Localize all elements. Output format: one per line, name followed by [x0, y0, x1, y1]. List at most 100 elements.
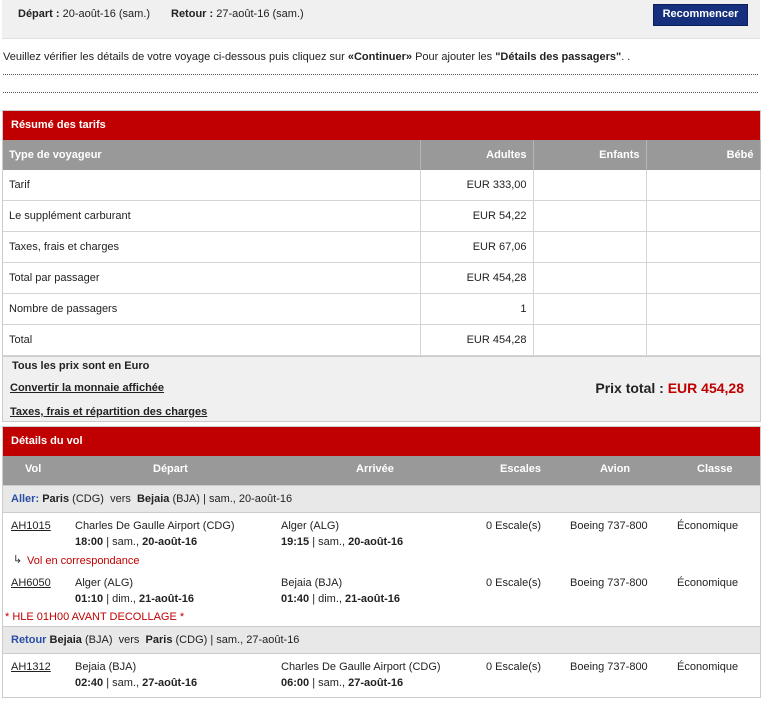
row-label: Total par passager	[3, 262, 421, 294]
dep-date: 21-août-16	[139, 593, 195, 605]
child-value	[533, 262, 647, 294]
return-route-label: Retour Bejaia (BJA) vers Paris (CDG) | s…	[11, 634, 299, 646]
infant-value	[646, 170, 761, 201]
aircraft: Boeing 737-800	[570, 520, 648, 532]
adult-value: EUR 454,28	[420, 262, 534, 294]
return-date: Retour : 27-août-16 (sam.)	[171, 8, 304, 20]
outbound-to-city: Bejaia	[136, 493, 170, 505]
arr-day: | dim.,	[312, 593, 342, 605]
instruction-text: Veuillez vérifier les détails de votre v…	[3, 51, 758, 63]
row-label: Le supplément carburant	[3, 200, 421, 232]
adult-value: 1	[420, 293, 534, 325]
adult-value: EUR 333,00	[420, 170, 534, 201]
divider	[3, 74, 758, 75]
aircraft: Boeing 737-800	[570, 661, 648, 673]
flight-details-panel: Détails du vol Vol Départ Arrivée Escale…	[2, 426, 761, 698]
child-value	[533, 324, 647, 356]
arrival-time: 06:00 | sam., 27-août-16	[281, 677, 403, 689]
arrival-time: 01:40 | dim., 21-août-16	[281, 593, 400, 605]
col-arrival: Arrivée	[356, 463, 394, 475]
flight-number-link[interactable]: AH1015	[11, 520, 51, 532]
instruction-part1: Veuillez vérifier les détails de votre v…	[3, 51, 348, 63]
arr-date: 27-août-16	[348, 677, 404, 689]
flight-number-link[interactable]: AH1312	[11, 661, 51, 673]
departure-airport: Bejaia (BJA)	[75, 661, 137, 673]
tax-breakdown-link[interactable]: Taxes, frais et répartition des charges	[10, 406, 207, 418]
child-value	[533, 170, 647, 201]
return-value: 27-août-16 (sam.)	[216, 8, 304, 20]
return-to-code: (CDG)	[175, 634, 208, 646]
infant-value	[646, 324, 761, 356]
col-flight: Vol	[25, 463, 42, 475]
row-label: Total	[3, 324, 421, 356]
table-row: Nombre de passagers 1	[3, 293, 761, 325]
return-label: Retour	[11, 634, 47, 646]
arrival-airport: Charles De Gaulle Airport (CDG)	[281, 661, 441, 673]
table-row: Total par passager EUR 454,28	[3, 262, 761, 294]
total-price: Prix total : EUR 454,28	[595, 380, 744, 396]
flight-number-link[interactable]: AH6050	[11, 577, 51, 589]
outbound-label: Aller:	[11, 493, 40, 505]
return-vers: vers	[118, 634, 140, 646]
fare-footer: Tous les prix sont en Euro Convertir la …	[3, 356, 760, 421]
stops: 0 Escale(s)	[486, 577, 542, 589]
arrival-airport: Alger (ALG)	[281, 520, 340, 532]
return-date-text: | sam., 27-août-16	[210, 634, 300, 646]
adult-value: EUR 67,06	[420, 231, 534, 263]
col-adults: Adultes	[420, 140, 534, 170]
instruction-details: "Détails des passagers"	[495, 51, 622, 63]
child-value	[533, 200, 647, 232]
checkin-note-text: * HLE 01H00 AVANT DECOLLAGE *	[5, 611, 185, 623]
adult-value: EUR 454,28	[420, 324, 534, 356]
flight-segment: AH6050 Alger (ALG) 01:10 | dim., 21-août…	[3, 570, 760, 610]
stops: 0 Escale(s)	[486, 520, 542, 532]
flight-segment: AH1312 Bejaia (BJA) 02:40 | sam., 27-aoû…	[3, 654, 760, 694]
table-row: Tarif EUR 333,00	[3, 170, 761, 201]
col-children: Enfants	[533, 140, 647, 170]
return-route: Retour Bejaia (BJA) vers Paris (CDG) | s…	[3, 626, 760, 654]
total-price-value: EUR 454,28	[667, 380, 744, 396]
infant-value	[646, 200, 761, 232]
col-aircraft: Avion	[600, 463, 631, 475]
row-label: Tarif	[3, 170, 421, 201]
connection-note: ↳ Vol en correspondance	[3, 553, 760, 570]
infant-value	[646, 293, 761, 325]
fare-table-header: Type de voyageur Adultes Enfants Bébé	[3, 140, 761, 170]
adult-value: EUR 54,22	[420, 200, 534, 232]
restart-button[interactable]: Recommencer	[653, 4, 748, 26]
fare-summary-title: Résumé des tarifs	[3, 111, 760, 140]
flight-details-title: Détails du vol	[3, 427, 760, 456]
instruction-continue: «Continuer»	[347, 51, 413, 63]
aircraft: Boeing 737-800	[570, 577, 648, 589]
dep-time: 01:10	[75, 593, 104, 605]
outbound-from-city: Paris	[42, 493, 70, 505]
dep-time: 02:40	[75, 677, 104, 689]
row-label: Nombre de passagers	[3, 293, 421, 325]
departure-time: 01:10 | dim., 21-août-16	[75, 593, 194, 605]
arr-time: 01:40	[281, 593, 310, 605]
arrival-airport: Bejaia (BJA)	[281, 577, 343, 589]
dep-day: | sam.,	[106, 536, 140, 548]
total-price-label: Prix total :	[595, 380, 664, 396]
departure-time: 18:00 | sam., 20-août-16	[75, 536, 197, 548]
outbound-date: | sam., 20-août-16	[203, 493, 293, 505]
cabin-class: Économique	[677, 577, 739, 589]
instruction-part2: Pour ajouter les	[412, 51, 496, 63]
arrival-time: 19:15 | sam., 20-août-16	[281, 536, 403, 548]
instruction-part3: . .	[621, 51, 631, 63]
fare-table: Type de voyageur Adultes Enfants Bébé Ta…	[3, 140, 761, 356]
child-value	[533, 293, 647, 325]
flight-table-header: Vol Départ Arrivée Escales Avion Classe	[3, 456, 760, 485]
return-from-code: (BJA)	[85, 634, 113, 646]
return-from-city: Bejaia	[49, 634, 82, 646]
checkin-note: * HLE 01H00 AVANT DECOLLAGE *	[3, 610, 760, 626]
table-row: Total EUR 454,28	[3, 324, 761, 356]
convert-currency-link[interactable]: Convertir la monnaie affichée	[10, 382, 164, 394]
outbound-to-code: (BJA)	[172, 493, 200, 505]
return-to-city: Paris	[145, 634, 173, 646]
dep-day: | sam.,	[106, 677, 140, 689]
cabin-class: Économique	[677, 661, 739, 673]
dep-time: 18:00	[75, 536, 104, 548]
arr-day: | sam.,	[312, 536, 346, 548]
depart-label: Départ :	[18, 8, 60, 20]
